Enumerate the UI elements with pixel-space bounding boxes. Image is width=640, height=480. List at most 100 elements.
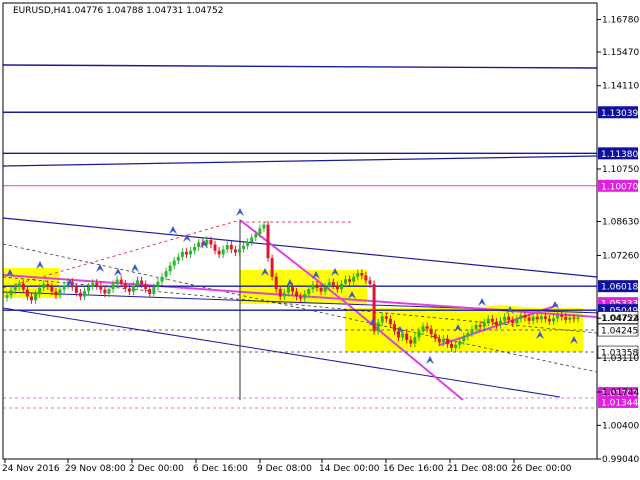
candle-body-51 [213, 244, 217, 251]
candle-body-29 [123, 283, 127, 289]
candle-body-134 [552, 318, 556, 322]
candle-body-55 [229, 244, 233, 250]
candle-body-80 [331, 282, 335, 286]
candle-body-138 [568, 317, 572, 320]
candle-body-50 [209, 240, 213, 245]
candle-body-113 [466, 333, 470, 337]
candle-body-82 [339, 283, 343, 290]
candle-body-92 [380, 316, 384, 323]
x-tick-label-1: 29 Nov 08:00 [65, 464, 126, 474]
candle-body-61 [254, 234, 258, 238]
candle-body-105 [433, 334, 437, 339]
candle-body-132 [543, 316, 547, 319]
price-level-label-0: 1.13039 [601, 109, 638, 119]
candle-body-93 [384, 316, 388, 319]
candle-body-127 [523, 315, 527, 318]
candle-body-122 [503, 316, 507, 321]
candle-body-98 [405, 333, 409, 340]
candle-body-101 [417, 331, 421, 338]
candle-body-130 [535, 316, 539, 320]
candle-body-75 [311, 284, 315, 290]
candle-body-77 [319, 287, 323, 292]
candle-body-112 [462, 336, 466, 342]
chart-header: EURUSD,H4 1.04776 1.04788 1.04731 1.0475… [13, 6, 223, 16]
x-tick-label-8: 26 Dec 00:00 [511, 464, 572, 474]
candle-body-91 [376, 322, 380, 332]
trend-line-0 [2, 64, 598, 69]
candle-body-83 [344, 279, 348, 284]
candle-body-94 [388, 318, 392, 325]
candle-body-125 [515, 318, 519, 324]
candle-body-37 [156, 281, 160, 288]
candle-body-0 [5, 295, 9, 298]
candle-body-39 [164, 271, 168, 277]
chart-container: 1.130391.113801.100701.060181.053331.050… [0, 0, 640, 480]
axes: 1.130391.113801.100701.060181.053331.050… [2, 2, 639, 474]
candle-body-43 [180, 251, 184, 257]
candle-body-137 [564, 316, 568, 320]
candle-body-41 [172, 260, 176, 266]
candle-body-10 [46, 284, 50, 287]
y-tick-label-3: 1.10750 [602, 165, 639, 175]
candle-body-59 [246, 242, 250, 246]
candle-body-21 [91, 282, 95, 287]
candle-body-31 [131, 285, 135, 292]
chart-ohlc: 1.04776 1.04788 1.04731 1.04752 [66, 6, 223, 16]
candle-body-1 [9, 290, 13, 296]
y-tick-label-1: 1.15470 [602, 48, 639, 58]
candle-body-13 [58, 289, 62, 296]
candle-body-11 [50, 286, 54, 292]
y-tick-label-5: 1.07260 [602, 251, 639, 261]
candle-body-27 [115, 279, 119, 285]
candle-body-3 [17, 283, 21, 288]
trend-line-1 [2, 155, 598, 167]
price-level-label-3: 1.06018 [601, 283, 638, 293]
candle-body-52 [217, 250, 221, 255]
candle-body-54 [225, 244, 229, 250]
candle-body-79 [327, 282, 331, 287]
candle-body-65 [270, 258, 274, 277]
candle-body-106 [437, 338, 441, 343]
candle-body-135 [556, 315, 560, 319]
candle-body-32 [136, 280, 140, 286]
fractal-marker-6 [169, 226, 177, 234]
trend-lines [2, 64, 601, 409]
candle-body-33 [140, 280, 144, 285]
candle-body-7 [34, 294, 38, 301]
candle-body-24 [103, 289, 107, 294]
candle-body-120 [494, 321, 498, 325]
candle-body-124 [511, 320, 515, 324]
fractal-marker-19 [478, 298, 486, 306]
candle-body-28 [119, 279, 123, 284]
candle-body-109 [450, 344, 454, 349]
candle-body-57 [237, 248, 241, 253]
candle-body-108 [445, 338, 449, 345]
candle-body-56 [233, 249, 237, 253]
y-tick-label-0: 1.16780 [602, 16, 639, 26]
fractal-marker-7 [183, 234, 191, 242]
candle-body-71 [295, 291, 299, 297]
candle-body-104 [429, 328, 433, 335]
candle-body-84 [348, 279, 352, 282]
candlestick-chart: 1.130391.113801.100701.060181.053331.050… [2, 2, 639, 474]
x-tick-label-0: 24 Nov 2016 [2, 464, 60, 474]
candle-body-74 [307, 289, 311, 295]
candle-body-46 [193, 246, 197, 251]
candle-body-53 [221, 249, 225, 255]
candle-body-87 [360, 272, 364, 276]
fractal-marker-17 [426, 356, 434, 364]
candle-body-63 [262, 224, 266, 229]
candle-body-18 [78, 292, 82, 297]
candle-body-66 [274, 276, 278, 290]
price-level-label-1: 1.11380 [601, 150, 638, 160]
candle-body-19 [82, 291, 86, 297]
candle-body-86 [356, 272, 360, 277]
candle-body-26 [111, 284, 115, 290]
candle-body-72 [299, 296, 303, 299]
candle-body-67 [278, 289, 282, 297]
candle-body-60 [250, 237, 254, 243]
candle-body-9 [42, 284, 46, 288]
candle-body-117 [482, 322, 486, 327]
candle-body-119 [490, 318, 494, 322]
candle-body-42 [176, 256, 180, 261]
